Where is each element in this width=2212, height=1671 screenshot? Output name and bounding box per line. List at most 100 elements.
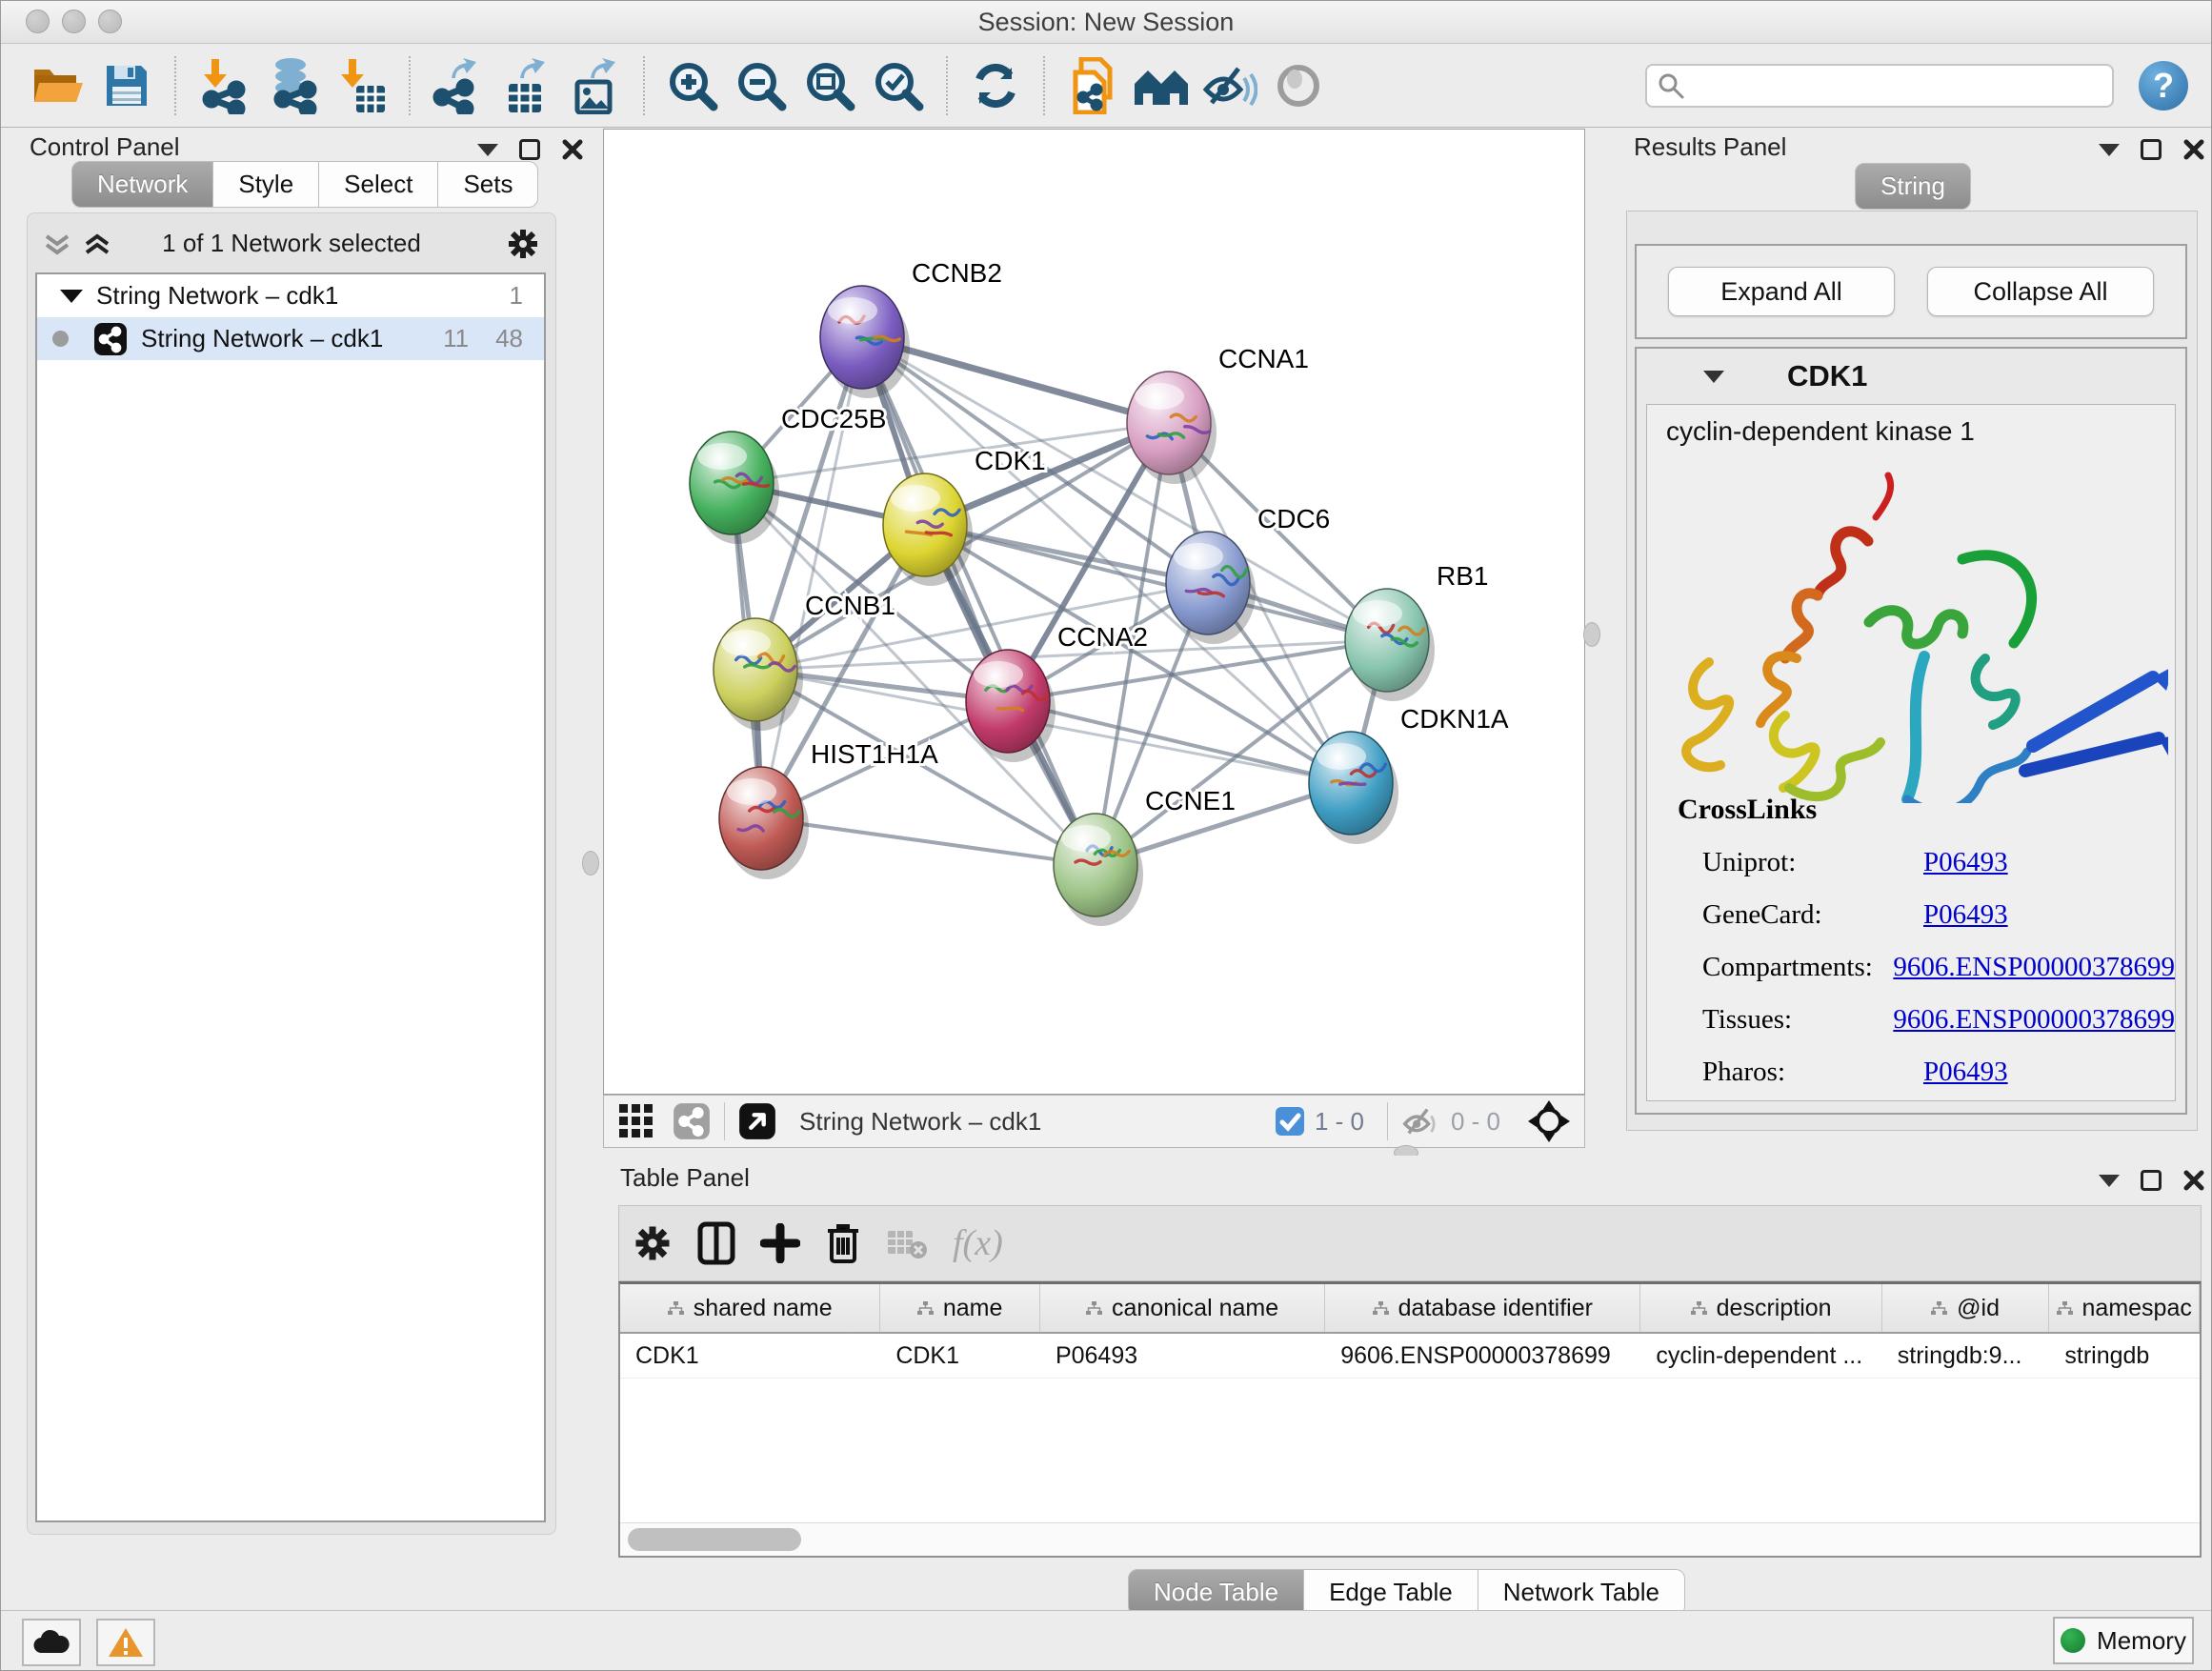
open-in-new-window-icon[interactable] xyxy=(738,1102,776,1140)
add-column-icon[interactable] xyxy=(760,1223,800,1263)
export-table-icon[interactable] xyxy=(498,56,555,115)
control-panel-tabs: NetworkStyleSelectSets xyxy=(71,161,538,208)
table-settings-gear-icon[interactable] xyxy=(633,1223,673,1263)
column-header-namespac[interactable]: namespac xyxy=(2049,1284,2200,1332)
open-session-icon[interactable] xyxy=(30,56,87,115)
panel-menu-icon[interactable] xyxy=(2099,1175,2120,1187)
search-box[interactable] xyxy=(1645,64,2114,108)
zoom-selected-icon[interactable] xyxy=(870,56,927,115)
birdseye-view-icon[interactable] xyxy=(1527,1099,1571,1143)
selected-checkbox-icon[interactable] xyxy=(1275,1106,1305,1137)
crosslink-link[interactable]: P06493 xyxy=(1923,899,2008,931)
table-row[interactable]: CDK1CDK1P064939606.ENSP00000378699cyclin… xyxy=(620,1334,2200,1379)
export-network-icon[interactable] xyxy=(430,56,487,115)
network-node-CDC6[interactable]: CDC6 xyxy=(1166,504,1330,644)
grid-view-icon[interactable] xyxy=(617,1102,655,1140)
table-cell[interactable]: cyclin-dependent ... xyxy=(1640,1334,1881,1378)
panel-close-icon[interactable] xyxy=(2182,1169,2205,1192)
network-tree-network-row[interactable]: String Network – cdk1 11 48 xyxy=(37,317,544,360)
scrollbar-thumb[interactable] xyxy=(628,1528,801,1551)
network-node-CCNE1[interactable]: CCNE1 xyxy=(1054,786,1236,926)
tab-edge-table[interactable]: Edge Table xyxy=(1304,1569,1478,1616)
tab-select[interactable]: Select xyxy=(319,161,438,208)
table-cell[interactable]: 9606.ENSP00000378699 xyxy=(1325,1334,1640,1378)
crosslink-link[interactable]: 9606.ENSP00000378699 xyxy=(1893,952,2175,983)
network-node-CCNA1[interactable]: CCNA1 xyxy=(1127,344,1309,484)
search-input[interactable] xyxy=(1685,70,2102,100)
first-neighbors-icon[interactable] xyxy=(1133,56,1190,115)
network-share-toggle-icon[interactable] xyxy=(673,1102,711,1140)
tab-node-table[interactable]: Node Table xyxy=(1128,1569,1304,1616)
memory-label: Memory xyxy=(2097,1626,2186,1656)
cloud-status-button[interactable] xyxy=(22,1619,81,1666)
tab-network[interactable]: Network xyxy=(71,161,213,208)
table-cell[interactable]: stringdb xyxy=(2049,1334,2200,1378)
network-node-CCNB2[interactable]: CCNB2 xyxy=(820,258,1002,398)
column-header-database-identifier[interactable]: database identifier xyxy=(1325,1284,1640,1332)
table-cell[interactable]: P06493 xyxy=(1040,1334,1325,1378)
zoom-in-icon[interactable] xyxy=(664,56,721,115)
tree-expander-icon[interactable] xyxy=(60,290,83,303)
left-splitter-handle[interactable] xyxy=(582,851,599,876)
column-header-description[interactable]: description xyxy=(1640,1284,1881,1332)
import-network-from-database-icon[interactable] xyxy=(264,56,321,115)
delete-column-icon[interactable] xyxy=(825,1221,861,1265)
clone-network-icon[interactable] xyxy=(1064,56,1121,115)
column-header-shared-name[interactable]: shared name xyxy=(620,1284,880,1332)
crosslink-link[interactable]: P06493 xyxy=(1923,1057,2008,1088)
column-header-@id[interactable]: @id xyxy=(1882,1284,2050,1332)
table-cell[interactable]: CDK1 xyxy=(620,1334,880,1378)
tab-string[interactable]: String xyxy=(1855,163,1971,210)
crosslink-label: Uniprot: xyxy=(1647,847,1923,878)
network-node-RB1[interactable]: RB1 xyxy=(1345,561,1488,701)
collapse-all-button[interactable]: Collapse All xyxy=(1927,267,2154,316)
node-label: CCNE1 xyxy=(1145,786,1236,815)
import-table-from-file-icon[interactable] xyxy=(332,56,390,115)
tab-style[interactable]: Style xyxy=(213,161,319,208)
show-all-icon[interactable] xyxy=(1270,56,1327,115)
node-label: CCNA2 xyxy=(1057,622,1148,652)
tab-network-table[interactable]: Network Table xyxy=(1478,1569,1685,1616)
help-icon[interactable]: ? xyxy=(2139,61,2188,111)
toolbar-separator xyxy=(643,56,645,115)
zoom-out-icon[interactable] xyxy=(733,56,790,115)
zoom-fit-content-icon[interactable] xyxy=(801,56,858,115)
crosslink-link[interactable]: P06493 xyxy=(1923,847,2008,878)
control-panel-controls xyxy=(477,138,584,161)
import-network-from-file-icon[interactable] xyxy=(195,56,252,115)
apply-preferred-layout-icon[interactable] xyxy=(967,56,1024,115)
node-details-section: CDK1 cyclin-dependent kinase 1 xyxy=(1635,347,2187,1115)
table-cell[interactable]: stringdb:9... xyxy=(1882,1334,2050,1378)
network-tree-root-row[interactable]: String Network – cdk1 1 xyxy=(37,274,544,317)
section-expander-icon[interactable] xyxy=(1703,371,1724,383)
panel-close-icon[interactable] xyxy=(2182,138,2205,161)
expand-all-button[interactable]: Expand All xyxy=(1668,267,1895,316)
network-node-CDKN1A[interactable]: CDKN1A xyxy=(1309,704,1509,844)
save-session-icon[interactable] xyxy=(98,56,155,115)
network-node-HIST1H1A[interactable]: HIST1H1A xyxy=(719,739,938,879)
hidden-eye-icon[interactable] xyxy=(1401,1104,1441,1138)
panel-float-icon[interactable] xyxy=(519,139,540,160)
export-image-icon[interactable] xyxy=(567,56,624,115)
tab-sets[interactable]: Sets xyxy=(438,161,538,208)
network-node-count: 11 xyxy=(443,324,469,353)
node-details-header[interactable]: CDK1 xyxy=(1637,349,2185,404)
table-cell[interactable]: CDK1 xyxy=(880,1334,1040,1378)
crosslink-link[interactable]: 9606.ENSP00000378699 xyxy=(1893,1004,2175,1036)
panel-menu-icon[interactable] xyxy=(477,144,498,156)
column-header-name[interactable]: name xyxy=(880,1284,1040,1332)
panel-menu-icon[interactable] xyxy=(2099,144,2120,156)
panel-float-icon[interactable] xyxy=(2141,1170,2162,1191)
show-columns-icon[interactable] xyxy=(697,1221,735,1265)
memory-button[interactable]: Memory xyxy=(2053,1617,2194,1664)
warnings-button[interactable] xyxy=(96,1619,155,1666)
panel-float-icon[interactable] xyxy=(2141,139,2162,160)
right-splitter-handle[interactable] xyxy=(1583,622,1600,647)
column-header-canonical-name[interactable]: canonical name xyxy=(1040,1284,1325,1332)
panel-close-icon[interactable] xyxy=(561,138,584,161)
results-panel-title: Results Panel xyxy=(1634,132,1786,162)
hide-selected-icon[interactable] xyxy=(1201,56,1258,115)
network-canvas[interactable]: CCNB2CCNA1CDC25BCDK1CDC6RB1CCNB1CCNA2CDK… xyxy=(603,129,1585,1095)
network-options-gear-icon[interactable] xyxy=(506,227,540,261)
table-horizontal-scrollbar[interactable] xyxy=(620,1522,2200,1556)
